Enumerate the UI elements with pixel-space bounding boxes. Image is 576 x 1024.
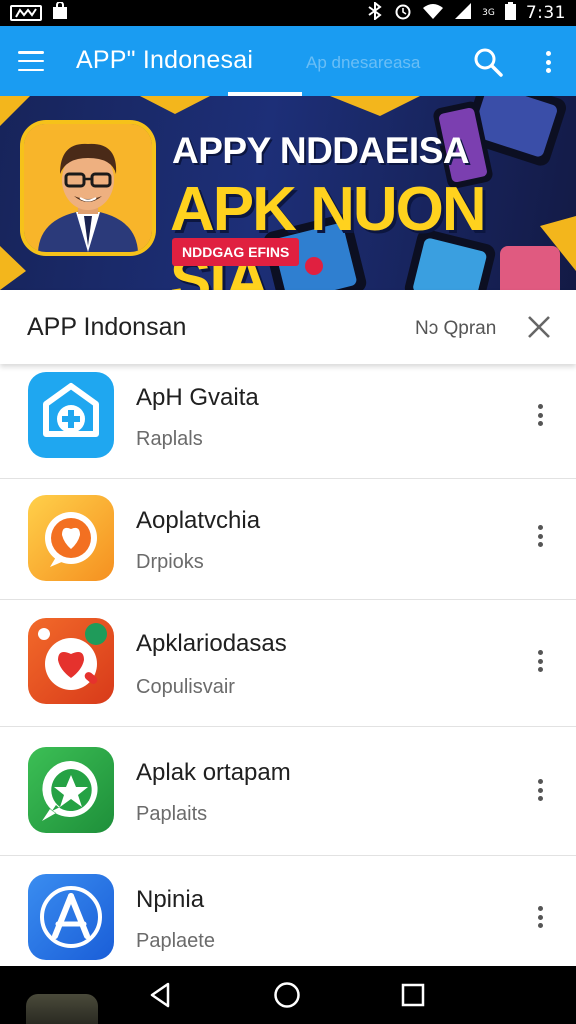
tab-secondary[interactable]: Ap dnesareasa (306, 53, 420, 73)
banner-badge[interactable]: NDDGAG EFINS (172, 238, 300, 266)
list-item[interactable]: ApH Gvaita Raplals (0, 364, 576, 479)
app-name: Aoplatvchia (136, 507, 261, 534)
more-vert-icon[interactable] (530, 904, 550, 930)
app-store-icon (28, 874, 114, 960)
section-header: APP Indonsan Nɔ Qpran (0, 290, 576, 364)
more-vert-icon[interactable] (530, 523, 550, 549)
app-title: APPʺ Indonesai (76, 46, 254, 74)
wifi-icon (422, 2, 444, 25)
menu-icon[interactable] (16, 48, 46, 74)
network-type-label: 3G (482, 8, 495, 18)
status-bar: 3G 7:31 (0, 0, 576, 26)
search-icon[interactable] (472, 46, 504, 78)
more-vert-icon[interactable] (536, 48, 560, 76)
clock: 7:31 (525, 3, 566, 23)
app-name: Npinia (136, 886, 205, 913)
shield-plus-icon (28, 372, 114, 458)
close-icon[interactable] (526, 314, 552, 340)
chat-heart-icon (28, 495, 114, 581)
list-item[interactable]: Apklariodasas Copulisvair (0, 600, 576, 727)
list-item[interactable]: Aplak ortapam Paplaits (0, 727, 576, 856)
avatar (24, 124, 152, 252)
alarm-icon (394, 2, 412, 25)
bluetooth-icon (366, 0, 384, 25)
app-list: ApH Gvaita Raplals Aoplatvchia Drpioks A… (0, 364, 576, 966)
app-icon-peek (26, 994, 98, 1024)
app-name: Aplak ortapam (136, 759, 291, 786)
more-vert-icon[interactable] (530, 648, 550, 674)
signal-icon (454, 2, 472, 25)
app-bar: APPʺ Indonesai Ap dnesareasa (0, 26, 576, 96)
app-subtitle: Paplaete (136, 930, 215, 952)
banner-title: APK NUON SIA (170, 175, 487, 290)
section-action-link[interactable]: Nɔ Qpran (415, 318, 496, 340)
battery-icon (504, 1, 516, 25)
back-icon[interactable] (146, 980, 176, 1010)
app-subtitle: Paplaits (136, 803, 208, 825)
home-icon[interactable] (272, 980, 302, 1010)
app-subtitle: Drpioks (136, 551, 204, 573)
app-subtitle: Raplals (136, 428, 203, 450)
recents-icon[interactable] (398, 980, 428, 1010)
list-item[interactable]: Npinia Paplaete (0, 856, 576, 966)
app-subtitle: Copulisvair (136, 676, 235, 698)
heart-phone-icon (28, 618, 114, 704)
promo-banner[interactable]: APPY NDDAEISA APK NUON SIA NDDGAG EFINS (0, 96, 576, 290)
whatsapp-star-icon (28, 747, 114, 833)
banner-headline: APPY NDDAEISA (172, 130, 470, 171)
more-vert-icon[interactable] (530, 777, 550, 803)
more-vert-icon[interactable] (530, 402, 550, 428)
section-title: APP Indonsan (27, 313, 187, 341)
system-nav-bar (0, 966, 576, 1024)
bag-icon (52, 0, 68, 25)
notification-icon (10, 5, 42, 21)
list-item[interactable]: Aoplatvchia Drpioks (0, 479, 576, 600)
app-name: Apklariodasas (136, 630, 287, 657)
app-name: ApH Gvaita (136, 384, 259, 411)
